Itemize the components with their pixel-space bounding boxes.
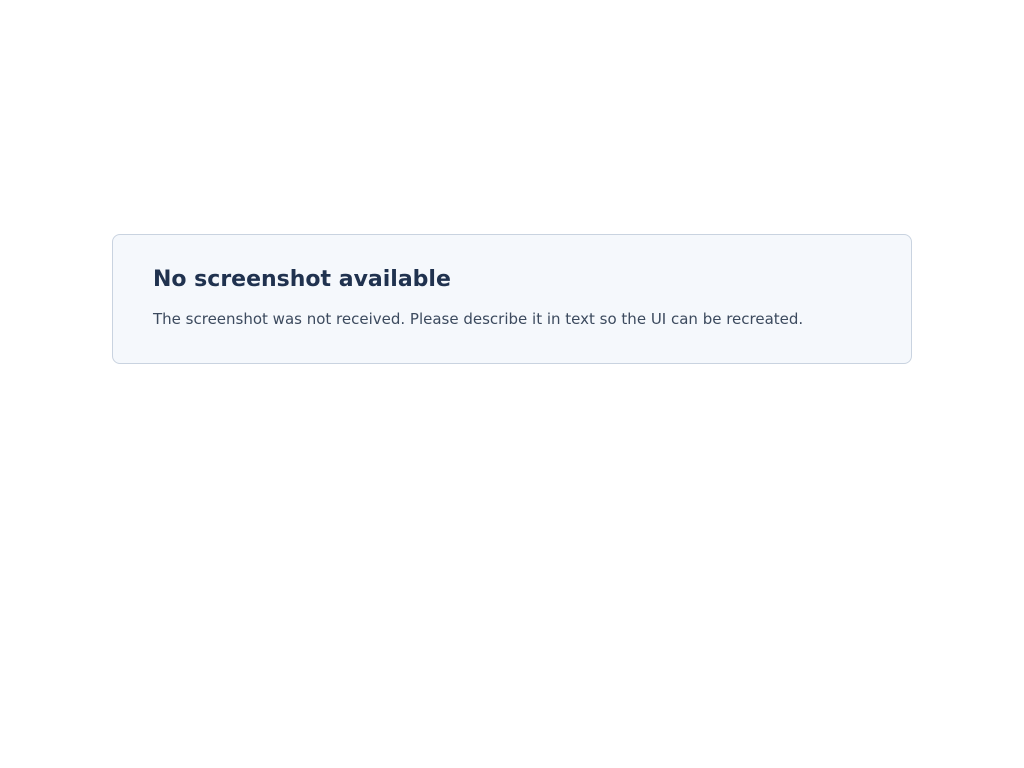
notice-title: No screenshot available <box>153 267 451 292</box>
missing-image-notice: No screenshot available The screenshot w… <box>112 234 912 364</box>
notice-message: The screenshot was not received. Please … <box>153 310 804 328</box>
